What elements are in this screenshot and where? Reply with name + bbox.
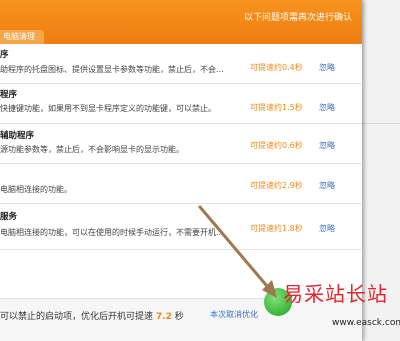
watermark-url: www.easck.com — [332, 318, 400, 328]
watermark-logo: 易采站长站 — [283, 282, 388, 306]
